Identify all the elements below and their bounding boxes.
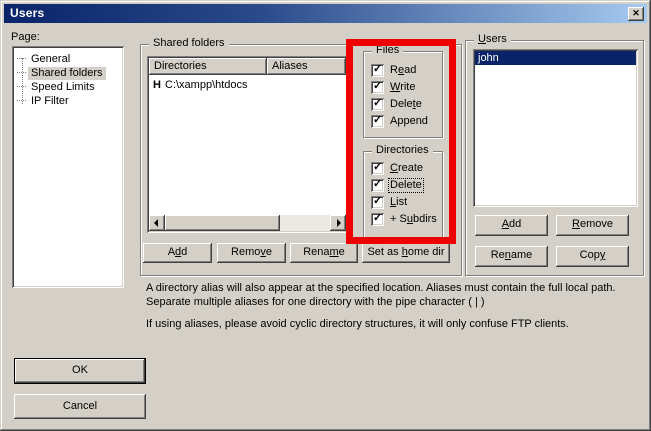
files-group: Files ✓ Read ✓ Write ✓ Delete ✓ Append bbox=[363, 51, 443, 138]
sidebar-item-label[interactable]: IP Filter bbox=[28, 95, 72, 108]
checkbox-label: Delete bbox=[389, 98, 423, 111]
column-header-directories[interactable]: Directories bbox=[149, 58, 267, 75]
remove-directory-button[interactable]: Remove bbox=[217, 243, 286, 263]
checkbox-label: List bbox=[389, 196, 408, 209]
check-icon: ✓ bbox=[373, 114, 382, 127]
title-bar[interactable]: Users bbox=[4, 4, 647, 23]
sidebar-item-general[interactable]: General bbox=[14, 52, 122, 66]
check-icon: ✓ bbox=[373, 80, 382, 93]
cancel-button[interactable]: Cancel bbox=[14, 394, 146, 419]
scrollbar-track[interactable] bbox=[280, 215, 330, 231]
table-row[interactable]: H C:\xampp\htdocs bbox=[149, 75, 346, 92]
listview-header: Directories Aliases bbox=[149, 58, 346, 75]
window-title: Users bbox=[10, 6, 44, 20]
close-button[interactable]: ✕ bbox=[628, 7, 644, 21]
checkbox-label: Create bbox=[389, 162, 424, 175]
alias-help-paragraph-2: If using aliases, please avoid cyclic di… bbox=[146, 317, 645, 331]
sidebar-item-speed-limits[interactable]: Speed Limits bbox=[14, 80, 122, 94]
scroll-right-button[interactable] bbox=[330, 215, 346, 231]
checkbox-box[interactable]: ✓ bbox=[371, 81, 384, 94]
check-icon: ✓ bbox=[373, 195, 382, 208]
copy-user-button[interactable]: Copy bbox=[556, 246, 629, 267]
checkbox-append[interactable]: ✓ Append bbox=[371, 115, 429, 128]
checkbox-list[interactable]: ✓ List bbox=[371, 196, 408, 209]
scroll-left-button[interactable] bbox=[149, 215, 165, 231]
column-header-aliases[interactable]: Aliases bbox=[267, 58, 346, 75]
remove-user-button[interactable]: Remove bbox=[556, 215, 629, 236]
checkbox-label: Write bbox=[389, 81, 416, 94]
page-tree: General Shared folders Speed Limits IP F… bbox=[12, 46, 124, 288]
check-icon: ✓ bbox=[373, 63, 382, 76]
alias-help-text: A directory alias will also appear at th… bbox=[146, 281, 645, 339]
alias-help-paragraph-1: A directory alias will also appear at th… bbox=[146, 281, 645, 309]
list-item-user-selected[interactable]: john bbox=[475, 51, 636, 65]
checkbox-read[interactable]: ✓ Read bbox=[371, 64, 417, 77]
checkbox-label-focused: Delete bbox=[389, 179, 423, 192]
scroll-right-icon bbox=[337, 219, 341, 227]
scroll-left-icon bbox=[154, 219, 158, 227]
rename-directory-button[interactable]: Rename bbox=[290, 243, 358, 263]
sidebar-item-label-selected[interactable]: Shared folders bbox=[28, 67, 106, 80]
home-marker: H bbox=[149, 79, 165, 91]
sidebar-item-label[interactable]: General bbox=[28, 53, 73, 66]
checkbox-box[interactable]: ✓ bbox=[371, 98, 384, 111]
horizontal-scrollbar[interactable] bbox=[149, 215, 346, 231]
checkbox-create[interactable]: ✓ Create bbox=[371, 162, 424, 175]
checkbox-box[interactable]: ✓ bbox=[371, 213, 384, 226]
checkbox-subdirs[interactable]: ✓ + Subdirs bbox=[371, 213, 438, 226]
directories-listview[interactable]: Directories Aliases H C:\xampp\htdocs bbox=[147, 56, 348, 233]
checkbox-label: Read bbox=[389, 64, 417, 77]
directory-path: C:\xampp\htdocs bbox=[165, 79, 248, 91]
page-label: Page: bbox=[11, 31, 40, 43]
checkbox-box[interactable]: ✓ bbox=[371, 115, 384, 128]
users-group-label: Users bbox=[474, 33, 511, 46]
check-icon: ✓ bbox=[373, 178, 382, 191]
checkbox-write[interactable]: ✓ Write bbox=[371, 81, 416, 94]
check-icon: ✓ bbox=[373, 97, 382, 110]
directories-group: Directories ✓ Create ✓ Delete ✓ List ✓ +… bbox=[363, 151, 443, 238]
users-group: Users john Add Remove Rename Copy bbox=[465, 40, 644, 276]
checkbox-label: Append bbox=[389, 115, 429, 128]
checkbox-label: + Subdirs bbox=[389, 213, 438, 226]
check-icon: ✓ bbox=[373, 212, 382, 225]
checkbox-box[interactable]: ✓ bbox=[371, 64, 384, 77]
add-user-button[interactable]: Add bbox=[475, 215, 548, 236]
checkbox-delete-dir[interactable]: ✓ Delete bbox=[371, 179, 423, 192]
shared-folders-group-label: Shared folders bbox=[149, 37, 229, 50]
check-icon: ✓ bbox=[373, 161, 382, 174]
sidebar-item-ip-filter[interactable]: IP Filter bbox=[14, 94, 122, 108]
scrollbar-thumb[interactable] bbox=[165, 215, 280, 231]
sidebar-item-label[interactable]: Speed Limits bbox=[28, 81, 98, 94]
checkbox-delete-file[interactable]: ✓ Delete bbox=[371, 98, 423, 111]
files-group-label: Files bbox=[372, 44, 403, 57]
users-listbox[interactable]: john bbox=[473, 49, 638, 207]
shared-folders-group: Shared folders Directories Aliases H C:\… bbox=[140, 44, 462, 276]
tree-line bbox=[22, 58, 23, 104]
checkbox-box[interactable]: ✓ bbox=[371, 196, 384, 209]
checkbox-box[interactable]: ✓ bbox=[371, 162, 384, 175]
close-icon: ✕ bbox=[632, 8, 640, 18]
rename-user-button[interactable]: Rename bbox=[475, 246, 548, 267]
directories-group-label: Directories bbox=[372, 144, 433, 157]
checkbox-box[interactable]: ✓ bbox=[371, 179, 384, 192]
add-directory-button[interactable]: Add bbox=[143, 243, 212, 263]
sidebar-item-shared-folders[interactable]: Shared folders bbox=[14, 66, 122, 80]
ok-button[interactable]: OK bbox=[14, 358, 146, 384]
set-as-home-dir-button[interactable]: Set as home dir bbox=[362, 243, 450, 263]
